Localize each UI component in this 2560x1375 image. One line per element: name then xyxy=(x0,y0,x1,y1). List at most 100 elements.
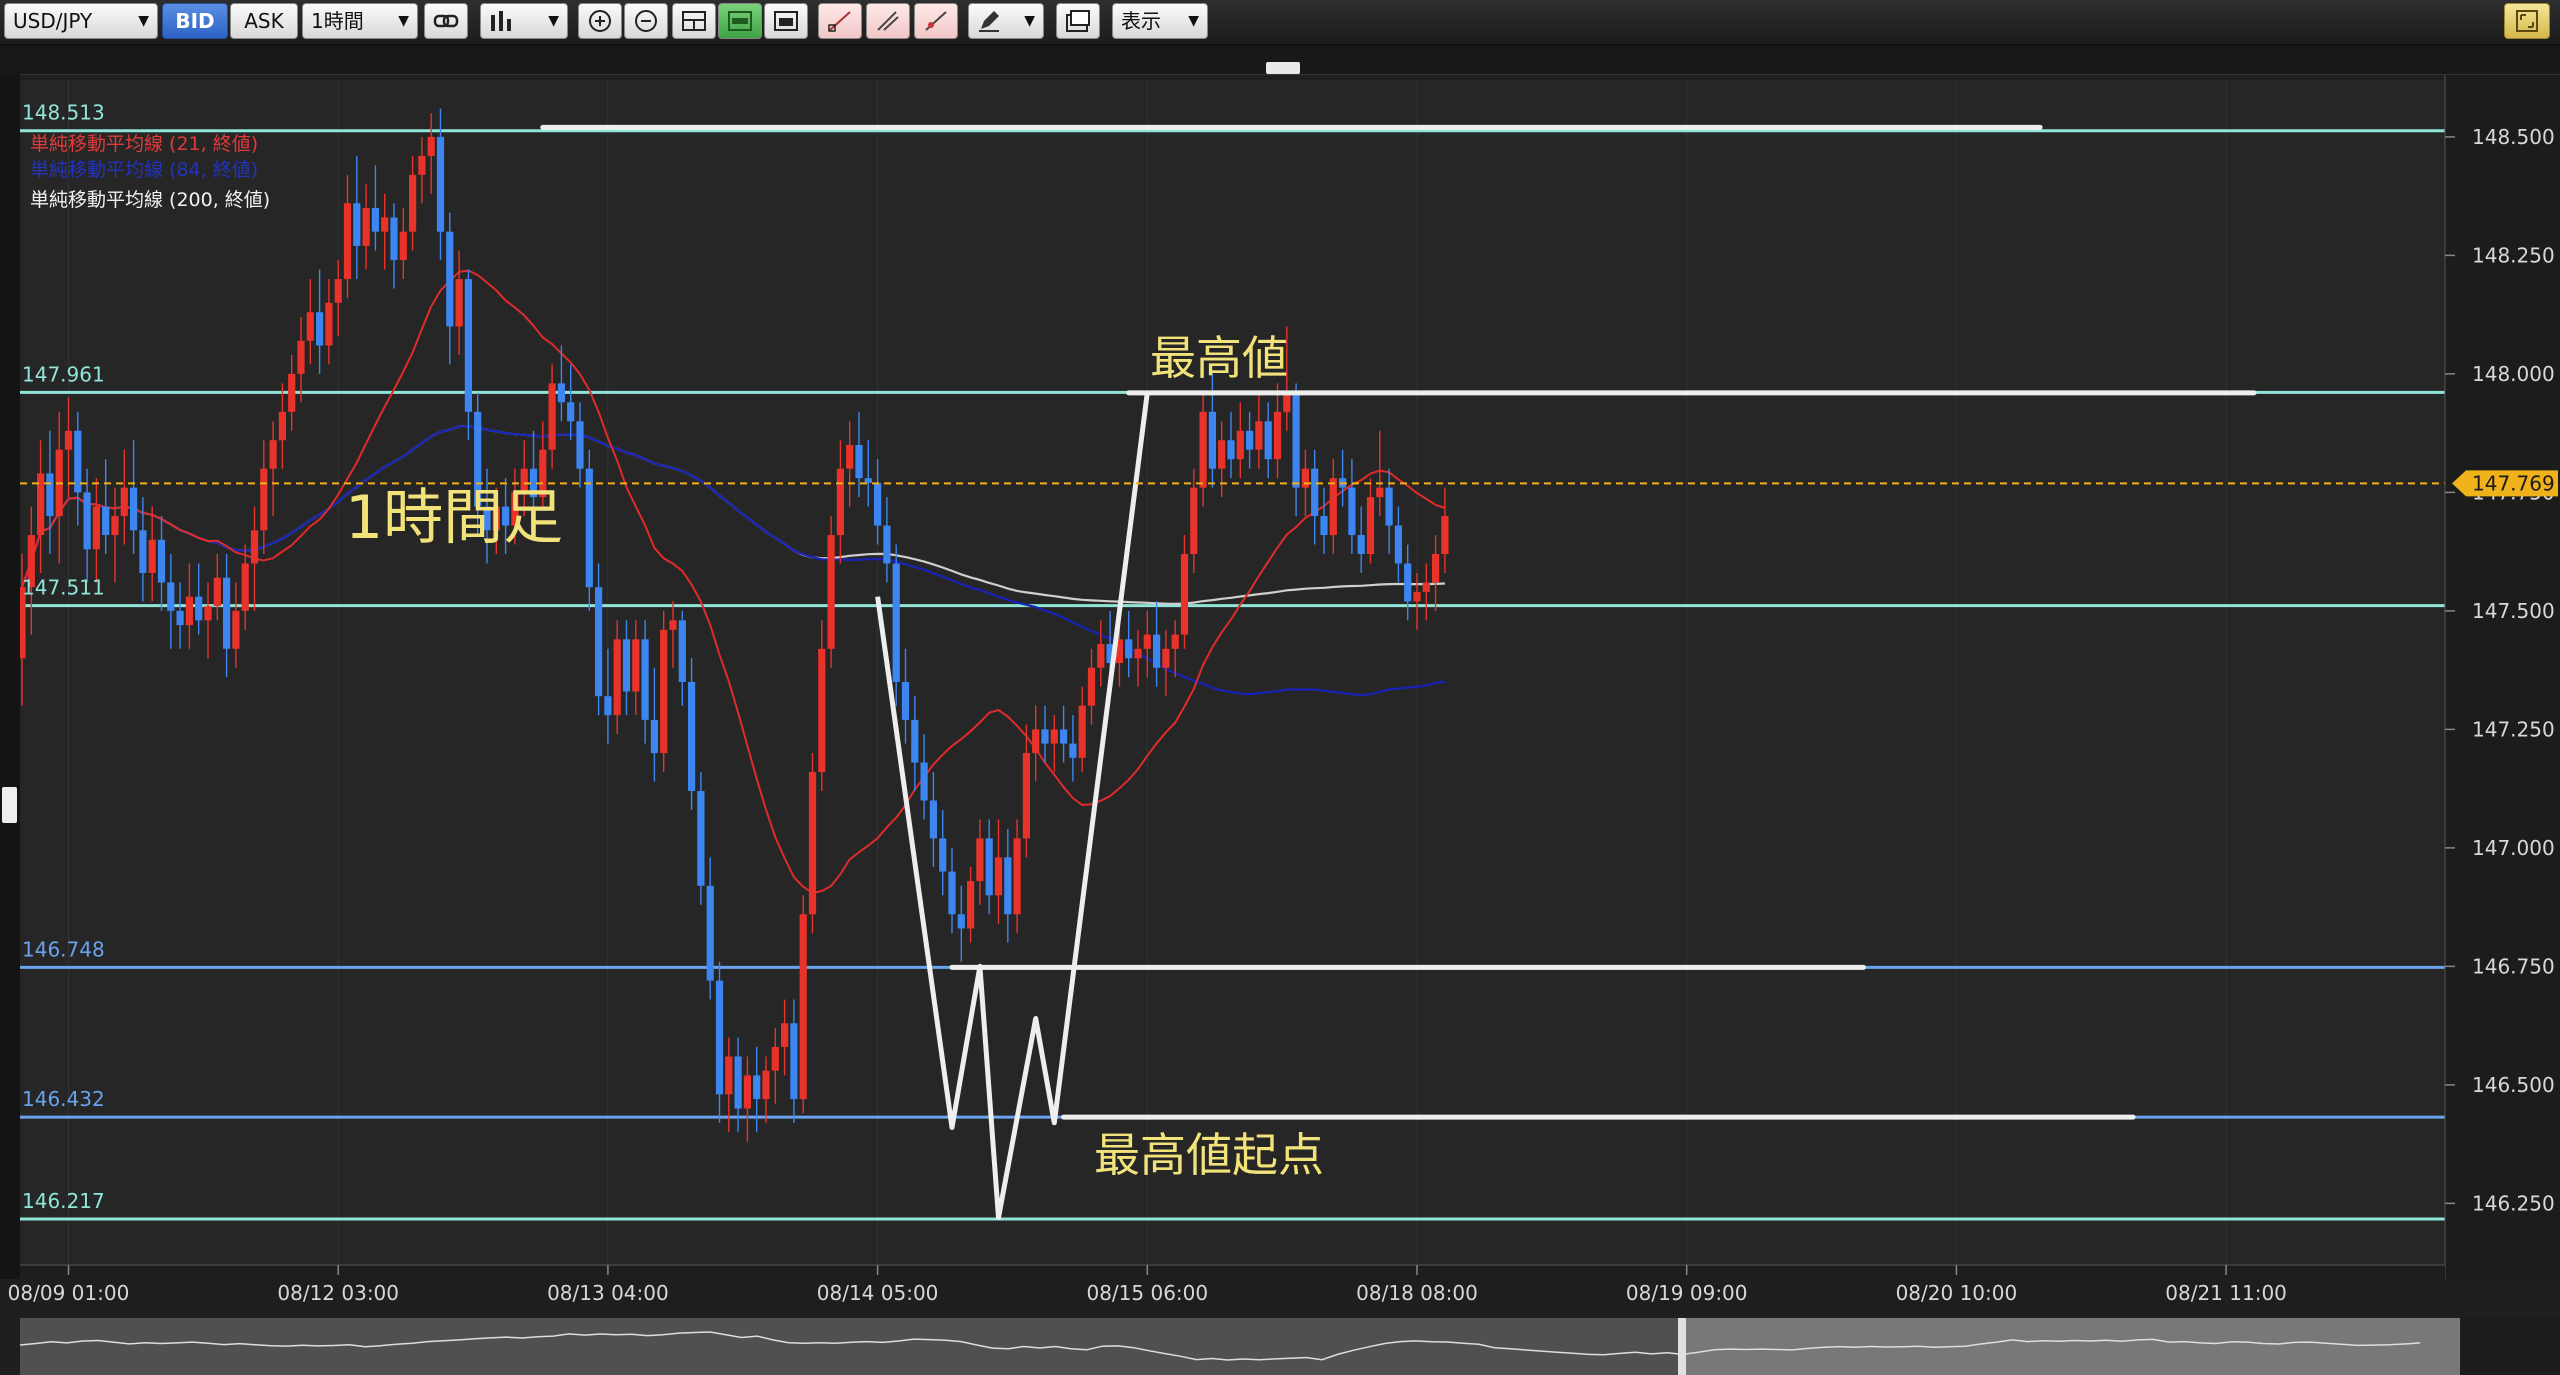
candle-body xyxy=(855,444,863,479)
splitter-handle[interactable] xyxy=(1266,62,1300,74)
left-pane-handle[interactable] xyxy=(2,787,17,823)
left-scroll-strip xyxy=(0,74,20,1279)
candle-body xyxy=(892,563,900,682)
candle-body xyxy=(269,440,277,469)
currency-pair-value: USD/JPY xyxy=(13,9,93,33)
price-tick-label: 146.750 xyxy=(2472,954,2555,978)
level-label: 148.513 xyxy=(22,101,105,125)
candle-body xyxy=(334,279,342,303)
candle-body xyxy=(278,411,286,441)
price-tick-label: 147.250 xyxy=(2472,717,2555,741)
window-tile-icon[interactable] xyxy=(672,3,716,39)
candle-body xyxy=(1320,516,1328,536)
draw-tool-select[interactable]: ▼ xyxy=(968,3,1044,39)
navigator xyxy=(19,1318,2560,1375)
time-tick-label: 08/19 09:00 xyxy=(1626,1281,1748,1305)
candle-body xyxy=(1255,421,1263,450)
candle-body xyxy=(195,596,203,621)
candle-body xyxy=(1404,563,1412,602)
candle-body xyxy=(827,535,835,649)
maximize-icon[interactable] xyxy=(2504,3,2550,39)
chain-link-icon[interactable] xyxy=(424,3,468,39)
plot-area[interactable] xyxy=(20,80,2445,1265)
candle-body xyxy=(390,217,398,261)
candle-body xyxy=(204,606,212,621)
candle-body xyxy=(613,639,621,716)
legend-sma21: 単純移動平均線 (21, 終値) xyxy=(30,133,258,155)
candle-body xyxy=(957,914,965,929)
candle-body xyxy=(1432,554,1440,583)
candle-body xyxy=(1385,487,1393,526)
candle-body xyxy=(660,629,668,754)
currency-pair-select[interactable]: USD/JPY ▼ xyxy=(4,3,158,39)
candle-body xyxy=(641,639,649,720)
candle-body xyxy=(985,838,993,896)
candle-body xyxy=(818,648,826,773)
candle-body xyxy=(297,340,305,374)
timeframe-value: 1時間 xyxy=(311,9,364,33)
pane-splitter[interactable] xyxy=(0,46,2560,75)
price-tick-label: 148.500 xyxy=(2472,125,2555,149)
screenshot-icon[interactable] xyxy=(1056,3,1100,39)
candle-body xyxy=(64,430,73,450)
candle-body xyxy=(399,231,407,261)
pencil-icon xyxy=(979,11,999,32)
display-menu-button[interactable]: 表示 ▼ xyxy=(1112,3,1208,39)
candle-body xyxy=(994,857,1003,896)
candle-body xyxy=(725,1056,733,1095)
candle-body xyxy=(83,492,91,550)
candle-body xyxy=(557,383,565,403)
candle-body xyxy=(455,279,463,327)
chevron-down-icon: ▼ xyxy=(1024,13,1035,29)
candle-body xyxy=(1199,411,1207,488)
window-icon[interactable] xyxy=(764,3,808,39)
candle-body xyxy=(176,610,184,626)
candle-body xyxy=(734,1056,742,1109)
time-axis: 08/09 01:00 08/12 03:00 08/13 04:00 08/14 0… xyxy=(8,1264,2445,1315)
candle-body xyxy=(929,800,937,839)
chart-type-select[interactable]: ▼ xyxy=(480,3,568,39)
candle-body xyxy=(1273,411,1282,460)
candle-body xyxy=(232,610,240,649)
chevron-down-icon: ▼ xyxy=(138,13,149,29)
trendline-icon[interactable] xyxy=(818,3,862,39)
candle-body xyxy=(306,312,314,341)
navigator-corner xyxy=(2462,1318,2560,1375)
candle-body xyxy=(743,1075,751,1109)
zoom-out-icon[interactable] xyxy=(624,3,668,39)
navigator-window[interactable] xyxy=(1682,1318,2460,1375)
candle-body xyxy=(1283,392,1291,412)
level-label: 146.217 xyxy=(22,1189,105,1213)
candle-body xyxy=(213,577,221,607)
annotation-high-start: 最高値起点 xyxy=(1094,1128,1324,1182)
candle-body xyxy=(288,373,296,412)
candle-body xyxy=(148,539,156,573)
toggle-green-icon[interactable] xyxy=(718,3,762,39)
candle-body xyxy=(1329,478,1337,536)
candle-body xyxy=(1060,729,1068,744)
candle-body xyxy=(446,231,454,327)
candle-body xyxy=(576,421,584,469)
bid-button[interactable]: BID xyxy=(162,3,228,39)
bar-chart-type-icon xyxy=(491,11,511,31)
candle-body xyxy=(901,681,910,720)
price-chart[interactable]: 148.500148.250148.000147.750147.500147.2… xyxy=(0,0,2560,1375)
candle-body xyxy=(223,577,231,649)
time-tick-label: 08/20 10:00 xyxy=(1896,1281,2018,1305)
fib-icon[interactable] xyxy=(914,3,958,39)
channel-icon[interactable] xyxy=(866,3,910,39)
candle-body xyxy=(548,383,556,450)
price-tick-label: 147.500 xyxy=(2472,599,2555,623)
candle-body xyxy=(409,174,417,232)
candle-body xyxy=(436,136,445,232)
timeframe-select[interactable]: 1時間 ▼ xyxy=(302,3,418,39)
candle-body xyxy=(715,980,724,1095)
candle-body xyxy=(46,473,54,517)
candle-body xyxy=(1376,487,1384,498)
ask-button[interactable]: ASK xyxy=(230,3,298,39)
zoom-in-icon[interactable] xyxy=(578,3,622,39)
candle-body xyxy=(1292,392,1300,488)
candle-body xyxy=(1143,634,1151,649)
indicator-legend: 単純移動平均線 (21, 終値) 単純移動平均線 (84, 終値) 単純移動平均… xyxy=(30,133,270,211)
navigator-handle[interactable] xyxy=(1678,1318,1686,1375)
